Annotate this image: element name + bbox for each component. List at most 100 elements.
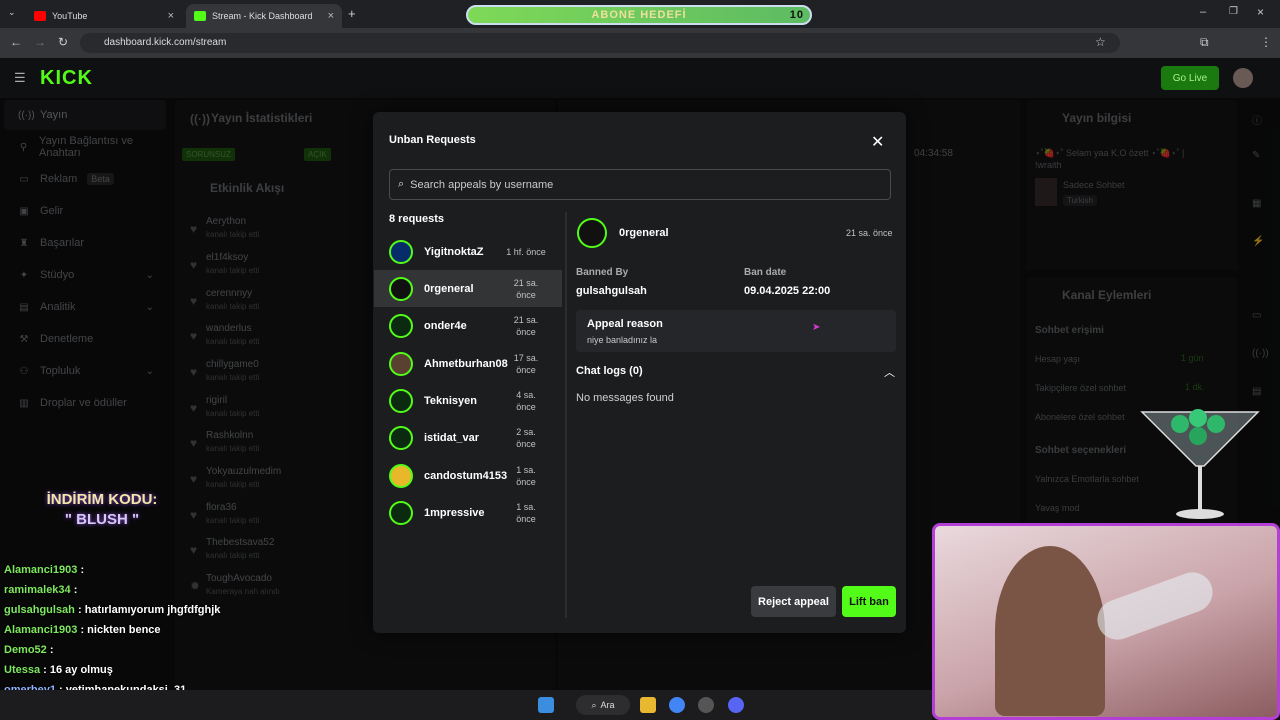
appeal-reason-label: Appeal reason xyxy=(587,318,663,330)
forward-icon[interactable]: → xyxy=(34,35,46,49)
request-username: onder4e xyxy=(424,319,467,332)
request-time: 1 sa. önce xyxy=(516,464,536,487)
taskbar-search[interactable]: ⌕ Ara xyxy=(576,695,630,715)
tab-label: Stream - Kick Dashboard xyxy=(212,11,313,21)
reject-appeal-button[interactable]: Reject appeal xyxy=(751,586,836,617)
request-item-selected[interactable]: 0rgeneral 21 sa. önce xyxy=(374,270,562,307)
file-explorer-icon[interactable] xyxy=(640,697,656,713)
kick-header xyxy=(0,58,1280,98)
request-time: 1 sa. önce xyxy=(516,501,536,524)
avatar[interactable] xyxy=(1233,68,1253,88)
promo-title: İNDİRİM KODU: xyxy=(46,491,158,508)
url-field[interactable]: dashboard.kick.com/stream xyxy=(80,33,1120,53)
tab-search-icon[interactable]: ⌄ xyxy=(8,7,16,18)
avatar xyxy=(389,313,413,338)
kick-icon xyxy=(194,11,206,21)
bottle xyxy=(1091,566,1219,646)
request-time: 1 hf. önce xyxy=(506,246,546,257)
martini-glass-icon xyxy=(1140,409,1260,519)
lift-ban-button[interactable]: Lift ban xyxy=(842,586,896,617)
request-item[interactable]: onder4e 21 sa. önce xyxy=(374,307,562,344)
request-username: candostum4153 xyxy=(424,469,508,482)
cursor-icon: ➤ xyxy=(812,322,821,333)
chat-user: Demo52 xyxy=(4,644,47,656)
avatar xyxy=(389,388,413,413)
youtube-icon xyxy=(34,11,46,21)
request-time: 21 sa. önce xyxy=(513,277,539,300)
hamburger-menu-icon[interactable]: ☰ xyxy=(14,70,26,86)
search-icon: ⌕ xyxy=(398,178,405,190)
bookmark-star-icon[interactable]: ☆ xyxy=(1095,35,1106,49)
promo-code: " BLUSH " xyxy=(64,511,140,528)
avatar xyxy=(389,463,413,488)
avatar xyxy=(389,351,413,376)
minimize-icon[interactable]: – xyxy=(1200,6,1206,18)
request-item[interactable]: YigitnoktaZ 1 hf. önce xyxy=(374,233,562,270)
windows-start-icon[interactable] xyxy=(538,697,554,713)
discord-icon[interactable] xyxy=(728,697,744,713)
avatar xyxy=(389,500,413,525)
chat-user: gulsahgulsah xyxy=(4,604,75,616)
banned-by-value: gulsahgulsah xyxy=(576,285,647,297)
request-item[interactable]: Teknisyen 4 sa. önce xyxy=(374,382,562,419)
detail-time: 21 sa. önce xyxy=(846,228,893,238)
taskbar-search-label: Ara xyxy=(600,700,615,710)
abone-hedefi-count: 10 xyxy=(789,9,804,21)
abone-hedefi-label: ABONE HEDEFİ xyxy=(591,9,687,21)
search-input[interactable] xyxy=(410,178,871,191)
banned-by-label: Banned By xyxy=(576,267,629,278)
request-time: 21 sa. önce xyxy=(513,314,539,337)
streamer-figure xyxy=(995,546,1105,716)
chat-message: nickten bence xyxy=(87,624,161,636)
chat-line: Demo52 : xyxy=(4,644,54,656)
extensions-icon[interactable]: ⧉ xyxy=(1200,35,1209,50)
request-item[interactable]: istidat_var 2 sa. önce xyxy=(374,419,562,456)
chrome-icon[interactable] xyxy=(669,697,685,713)
reload-icon[interactable]: ↻ xyxy=(58,35,68,49)
kick-logo[interactable]: KICK xyxy=(40,67,93,90)
ban-date-value: 09.04.2025 22:00 xyxy=(744,285,831,297)
appeal-reason-text: niye banladınız la xyxy=(587,335,658,345)
abone-hedefi-bar: ABONE HEDEFİ 10 xyxy=(466,5,812,25)
request-item[interactable]: 1mpressive 1 sa. önce xyxy=(374,494,562,531)
chat-line: Utessa : 16 ay olmuş xyxy=(4,664,113,676)
obs-icon[interactable] xyxy=(698,697,714,713)
search-box[interactable]: ⌕ xyxy=(389,169,891,200)
avatar xyxy=(577,218,607,248)
close-icon[interactable]: × xyxy=(328,10,334,22)
detail-username: 0rgeneral xyxy=(619,227,669,239)
search-icon: ⌕ xyxy=(591,699,597,710)
divider xyxy=(565,212,567,618)
request-time: 4 sa. önce xyxy=(516,389,536,412)
avatar xyxy=(389,276,413,301)
request-username: Ahmetburhan08 xyxy=(424,357,508,370)
chat-user: Utessa xyxy=(4,664,41,676)
menu-kebab-icon[interactable]: ⋮ xyxy=(1260,35,1272,49)
chat-user: ramimalek34 xyxy=(4,584,71,596)
chat-user: Alamanci1903 xyxy=(4,564,78,576)
chat-line: ramimalek34 : xyxy=(4,584,78,596)
tab-label: YouTube xyxy=(52,11,88,21)
url-text: dashboard.kick.com/stream xyxy=(104,37,227,48)
new-tab-icon[interactable]: + xyxy=(348,6,356,21)
request-item[interactable]: Ahmetburhan08 17 sa. önce xyxy=(374,345,562,382)
back-icon[interactable]: ← xyxy=(10,35,22,49)
tab-youtube[interactable]: YouTube × xyxy=(26,4,182,28)
request-username: 0rgeneral xyxy=(424,282,474,295)
avatar xyxy=(389,425,413,450)
no-messages-text: No messages found xyxy=(576,392,674,404)
maximize-icon[interactable]: ❐ xyxy=(1229,6,1238,17)
chat-message: 16 ay olmuş xyxy=(49,664,113,676)
chat-line: gulsahgulsah : hatırlamıyorum jhgfdfghjk xyxy=(4,604,221,616)
close-icon[interactable]: × xyxy=(168,10,174,22)
go-live-button[interactable]: Go Live xyxy=(1161,66,1219,90)
window-close-icon[interactable]: × xyxy=(1257,5,1264,19)
close-icon[interactable]: ✕ xyxy=(871,132,884,152)
appeal-reason-box xyxy=(576,310,896,352)
request-username: istidat_var xyxy=(424,431,480,444)
chat-user: Alamanci1903 xyxy=(4,624,78,636)
request-item[interactable]: candostum4153 1 sa. önce xyxy=(374,457,562,494)
chevron-up-icon[interactable]: ︿ xyxy=(884,364,895,380)
tab-kick-dashboard[interactable]: Stream - Kick Dashboard × xyxy=(186,4,342,28)
chat-logs-header[interactable]: Chat logs (0) xyxy=(576,365,643,377)
